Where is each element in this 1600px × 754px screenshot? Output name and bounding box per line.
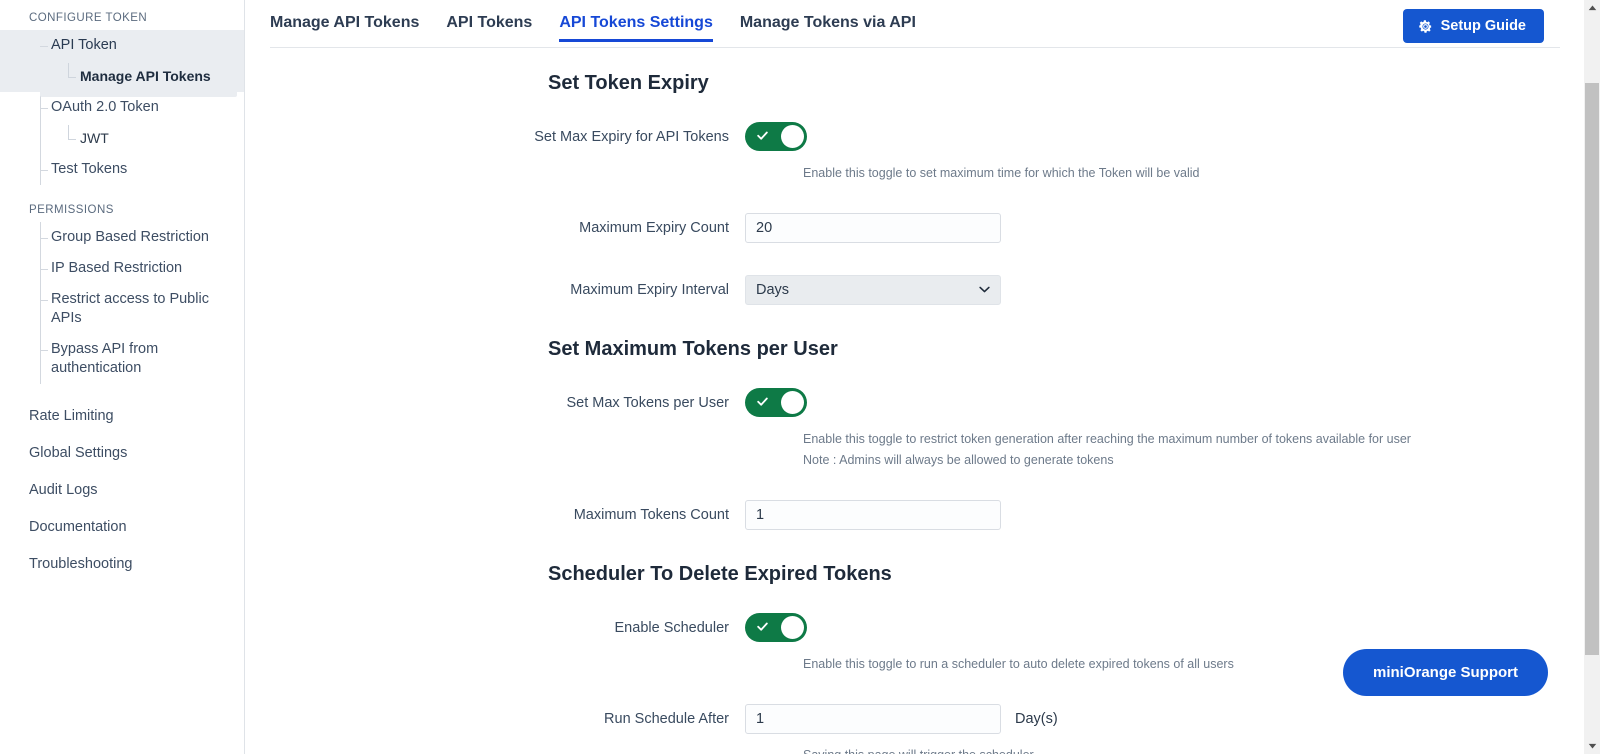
minorange-support-button[interactable]: miniOrange Support <box>1343 649 1548 696</box>
sidebar-item-restrict-access-public-apis[interactable]: Restrict access to Public APIs <box>0 284 244 334</box>
run-schedule-after-input[interactable] <box>745 704 1001 734</box>
help-set-max-tokens-per-user: Enable this toggle to restrict token gen… <box>803 430 1600 448</box>
sidebar-item-documentation[interactable]: Documentation <box>0 509 244 546</box>
tab-manage-tokens-via-api[interactable]: Manage Tokens via API <box>740 0 916 42</box>
toggle-enable-scheduler[interactable] <box>745 613 807 642</box>
label-set-max-tokens-per-user: Set Max Tokens per User <box>245 394 745 412</box>
note-set-max-tokens-per-user: Note : Admins will always be allowed to … <box>803 451 1600 469</box>
label-enable-scheduler: Enable Scheduler <box>245 619 745 637</box>
tab-label: API Tokens Settings <box>559 14 713 31</box>
sidebar-item-rate-limiting[interactable]: Rate Limiting <box>0 398 244 435</box>
sidebar-item-api-token[interactable]: API Token <box>0 30 244 61</box>
setup-guide-label: Setup Guide <box>1441 18 1526 34</box>
label-set-max-expiry: Set Max Expiry for API Tokens <box>245 128 745 146</box>
help-set-max-expiry: Enable this toggle to set maximum time f… <box>803 164 1600 182</box>
sidebar-item-label: Documentation <box>29 519 127 535</box>
gear-icon <box>1418 19 1433 34</box>
support-label: miniOrange Support <box>1373 664 1518 681</box>
tab-api-tokens-settings[interactable]: API Tokens Settings <box>559 0 713 42</box>
row-enable-scheduler-toggle: Enable Scheduler <box>245 613 1600 642</box>
sidebar-item-bypass-api-authentication[interactable]: Bypass API from authentication <box>0 334 244 384</box>
scroll-up-button[interactable] <box>1584 0 1600 16</box>
check-icon <box>756 395 769 408</box>
sidebar-item-label: Audit Logs <box>29 482 98 498</box>
sidebar-item-troubleshooting[interactable]: Troubleshooting <box>0 546 244 583</box>
sidebar-section-header-configure-token: CONFIGURE TOKEN <box>0 12 244 24</box>
sidebar-item-label: Rate Limiting <box>29 408 114 424</box>
section-title-scheduler: Scheduler To Delete Expired Tokens <box>548 561 1600 587</box>
sidebar-section-configure-token: CONFIGURE TOKEN API Token Manage API Tok… <box>0 12 244 185</box>
vertical-scrollbar[interactable] <box>1584 0 1600 754</box>
sidebar-item-audit-logs[interactable]: Audit Logs <box>0 472 244 509</box>
sidebar-item-label: Restrict access to Public APIs <box>51 291 209 326</box>
sidebar-item-global-settings[interactable]: Global Settings <box>0 435 244 472</box>
toggle-knob <box>781 125 804 148</box>
sidebar-item-label: Test Tokens <box>51 161 127 177</box>
tab-bar: Manage API Tokens API Tokens API Tokens … <box>245 0 1600 48</box>
sidebar-item-manage-api-tokens[interactable]: Manage API Tokens <box>0 61 244 92</box>
sidebar-item-label: Troubleshooting <box>29 556 132 572</box>
label-run-schedule-after: Run Schedule After <box>245 710 745 728</box>
main-content: Manage API Tokens API Tokens API Tokens … <box>245 0 1600 754</box>
section-title-token-expiry: Set Token Expiry <box>548 70 1600 96</box>
row-set-max-tokens-toggle: Set Max Tokens per User <box>245 388 1600 417</box>
sidebar-item-label: OAuth 2.0 Token <box>51 99 159 115</box>
scrollbar-thumb[interactable] <box>1585 83 1599 655</box>
toggle-set-max-expiry-for-api-tokens[interactable] <box>745 122 807 151</box>
toggle-set-max-tokens-per-user[interactable] <box>745 388 807 417</box>
sidebar-item-oauth-2-token[interactable]: OAuth 2.0 Token <box>0 92 244 123</box>
label-maximum-expiry-count: Maximum Expiry Count <box>245 219 745 237</box>
row-set-max-expiry-toggle: Set Max Expiry for API Tokens <box>245 122 1600 151</box>
sidebar-item-label: Manage API Tokens <box>80 68 211 84</box>
sidebar-item-label: Group Based Restriction <box>51 229 209 245</box>
check-icon <box>756 129 769 142</box>
sidebar: CONFIGURE TOKEN API Token Manage API Tok… <box>0 0 245 754</box>
sidebar-section-permissions: PERMISSIONS Group Based Restriction IP B… <box>0 204 244 384</box>
sidebar-section-header-permissions: PERMISSIONS <box>0 204 244 216</box>
maximum-expiry-interval-select[interactable]: Days <box>745 275 1001 305</box>
setup-guide-button[interactable]: Setup Guide <box>1403 9 1544 43</box>
sidebar-item-label: IP Based Restriction <box>51 260 182 276</box>
sidebar-item-jwt[interactable]: JWT <box>0 123 244 154</box>
row-run-schedule-after: Run Schedule After Day(s) <box>245 704 1600 734</box>
toggle-knob <box>781 391 804 414</box>
sidebar-plain-items: Rate Limiting Global Settings Audit Logs… <box>0 398 244 583</box>
toggle-knob <box>781 616 804 639</box>
row-maximum-expiry-interval: Maximum Expiry Interval Days <box>245 275 1600 305</box>
sidebar-tree-permissions: Group Based Restriction IP Based Restric… <box>0 222 244 384</box>
tab-manage-api-tokens[interactable]: Manage API Tokens <box>270 0 419 42</box>
maximum-expiry-interval-wrap: Days <box>745 275 1001 305</box>
check-icon <box>756 620 769 633</box>
maximum-tokens-count-input[interactable] <box>745 500 1001 530</box>
run-schedule-after-suffix: Day(s) <box>1015 711 1058 727</box>
sidebar-item-label: Bypass API from authentication <box>51 341 158 376</box>
row-maximum-tokens-count: Maximum Tokens Count <box>245 500 1600 530</box>
chevron-up-icon <box>1588 5 1597 11</box>
help-run-schedule-after: Saving this page will trigger the schedu… <box>803 746 1600 754</box>
tab-label: Manage Tokens via API <box>740 14 916 31</box>
scroll-down-button[interactable] <box>1584 738 1600 754</box>
tab-label: API Tokens <box>446 14 532 31</box>
sidebar-item-label: API Token <box>51 37 117 53</box>
sidebar-item-label: Global Settings <box>29 445 127 461</box>
section-title-max-tokens-per-user: Set Maximum Tokens per User <box>548 336 1600 362</box>
sidebar-item-label: JWT <box>80 130 109 146</box>
tab-label: Manage API Tokens <box>270 14 419 31</box>
sidebar-tree-configure-token: API Token Manage API Tokens OAuth 2.0 To… <box>0 30 244 185</box>
tab-api-tokens[interactable]: API Tokens <box>446 0 532 42</box>
sidebar-item-group-based-restriction[interactable]: Group Based Restriction <box>0 222 244 253</box>
row-maximum-expiry-count: Maximum Expiry Count <box>245 213 1600 243</box>
label-maximum-expiry-interval: Maximum Expiry Interval <box>245 281 745 299</box>
label-maximum-tokens-count: Maximum Tokens Count <box>245 506 745 524</box>
maximum-expiry-count-input[interactable] <box>745 213 1001 243</box>
sidebar-item-test-tokens[interactable]: Test Tokens <box>0 154 244 185</box>
sidebar-item-ip-based-restriction[interactable]: IP Based Restriction <box>0 253 244 284</box>
chevron-down-icon <box>1588 743 1597 749</box>
app-root: CONFIGURE TOKEN API Token Manage API Tok… <box>0 0 1600 754</box>
